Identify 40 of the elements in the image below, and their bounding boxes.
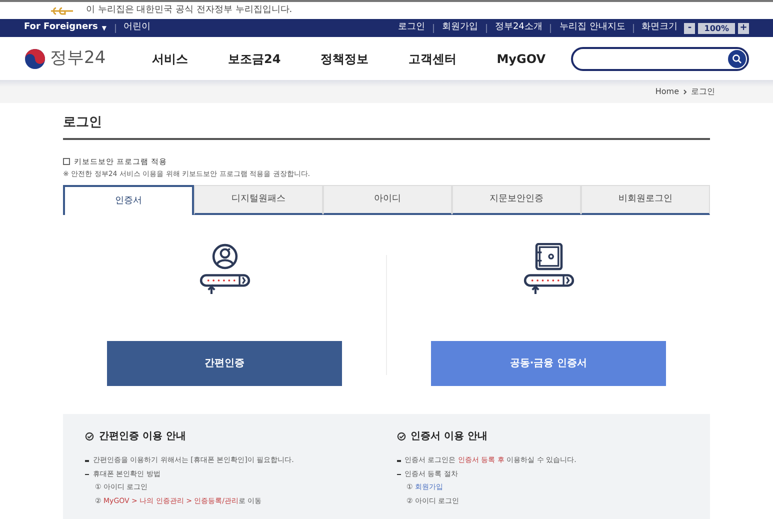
check-circle-icon	[85, 432, 94, 442]
person-password-icon	[198, 243, 250, 296]
nav-menu-item[interactable]: MyGOV	[496, 50, 546, 68]
login-option-button[interactable]: 간편인증	[107, 341, 342, 386]
nav-menu-item[interactable]: 정책정보	[320, 50, 369, 68]
search-button[interactable]	[728, 50, 746, 68]
eg-logo-icon	[50, 6, 74, 16]
official-site-notice: 이 누리집은 대한민국 공식 전자정부 누리집입니다.	[86, 4, 292, 17]
safe-password-icon	[522, 243, 574, 296]
chevron-icon	[683, 88, 687, 94]
guide-title: 간편인증 이용 안내	[99, 430, 186, 444]
search-field[interactable]	[571, 46, 749, 70]
nav-menu-item[interactable]: 서비스	[152, 50, 188, 68]
zoom-in-button[interactable]: +	[738, 22, 749, 34]
keyboard-security-checkbox[interactable]	[63, 158, 70, 165]
login-option-button[interactable]: 공동·금융 인증서	[431, 341, 666, 386]
utility-link[interactable]: 누리집 안내지도	[559, 21, 626, 35]
login-tab[interactable]: 인증서	[63, 185, 194, 216]
page-title: 로그인	[63, 103, 710, 140]
logo-text[interactable]: 정부24	[50, 46, 106, 72]
breadcrumb-current: 로그인	[691, 86, 715, 98]
language-link[interactable]: For Foreigners	[24, 21, 98, 35]
check-circle-icon	[396, 432, 406, 442]
nav-menu-item[interactable]: 보조금24	[228, 50, 281, 68]
utility-link[interactable]: 어린이	[124, 21, 151, 35]
login-tab[interactable]: 비회원로그인	[581, 185, 710, 216]
taegeuk-logo-icon	[24, 48, 46, 70]
zoom-value: 100%	[698, 22, 735, 34]
utility-link[interactable]: 로그인	[398, 21, 425, 35]
login-tab[interactable]: 디지털원패스	[194, 185, 323, 216]
utility-link[interactable]: 정부24소개	[494, 21, 542, 35]
login-tab[interactable]: 지문보안인증	[452, 185, 581, 216]
breadcrumb-link[interactable]: Home	[655, 86, 679, 98]
login-tab[interactable]: 아이디	[323, 185, 452, 216]
zoom-label: 화면크기	[641, 21, 678, 34]
nav-menu-item[interactable]: 고객센터	[408, 50, 457, 68]
utility-link[interactable]: 회원가입	[442, 21, 478, 35]
search-icon	[732, 54, 742, 64]
guide-title: 인증서 이용 안내	[410, 430, 488, 444]
zoom-out-button[interactable]: -	[684, 22, 696, 34]
